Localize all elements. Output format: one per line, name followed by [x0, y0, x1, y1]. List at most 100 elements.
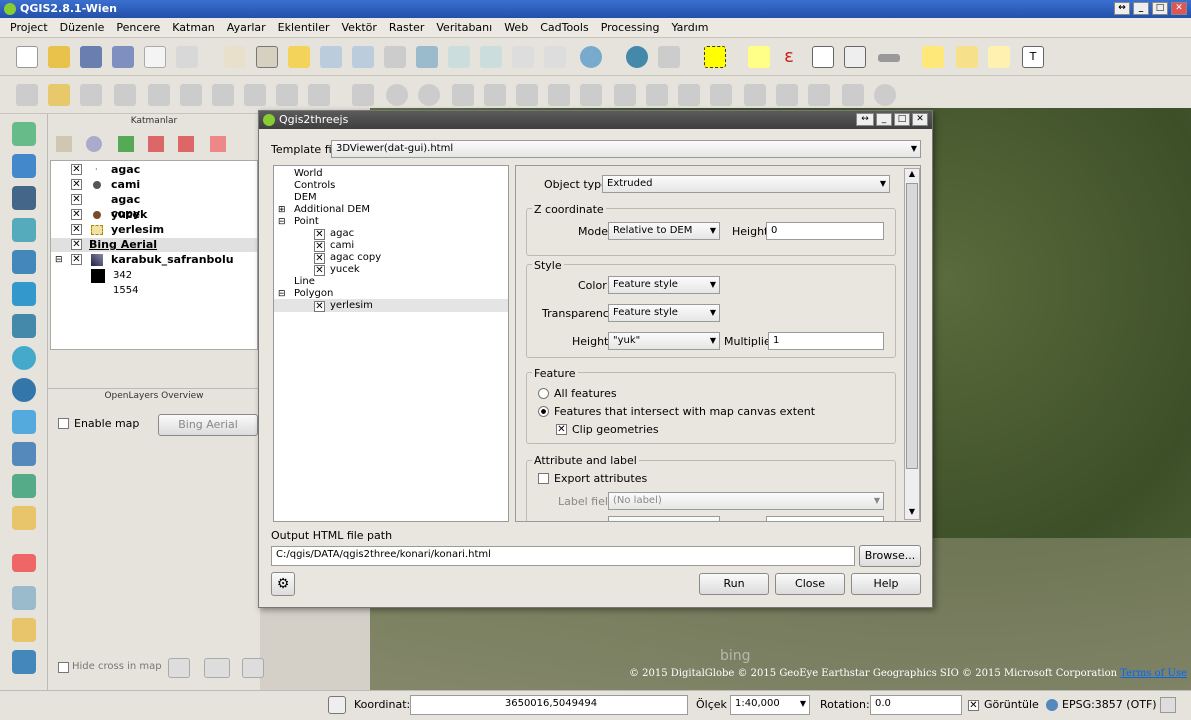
expression-icon[interactable]: ε [778, 46, 800, 68]
split-parts-icon[interactable] [710, 84, 732, 106]
new-temp-layer-icon[interactable] [12, 506, 36, 530]
transparency-combo[interactable]: Feature style [608, 304, 720, 322]
collapse-icon[interactable]: ⊟ [278, 216, 286, 228]
z-height-input[interactable]: 0 [766, 222, 884, 240]
simplify-icon[interactable] [842, 84, 864, 106]
tree-point-cami[interactable]: cami [330, 240, 354, 252]
restore-icon[interactable]: ↔ [1114, 2, 1130, 15]
object-type-combo[interactable]: Extruded [602, 175, 890, 193]
browse-button[interactable]: Browse... [859, 545, 921, 567]
messages-icon[interactable] [328, 696, 346, 714]
edit-pencil-icon[interactable] [16, 84, 38, 106]
attribute-table-icon[interactable] [812, 46, 834, 68]
refresh-icon[interactable] [580, 46, 602, 68]
map-tips-icon[interactable] [922, 46, 944, 68]
show-bookmarks-icon[interactable] [988, 46, 1010, 68]
collapse-all-icon[interactable] [178, 136, 194, 152]
deselect-icon[interactable] [748, 46, 770, 68]
openlayers-export-icon[interactable] [204, 658, 230, 678]
pan-map-icon[interactable] [256, 46, 278, 68]
measure-icon[interactable] [878, 54, 900, 62]
add-feature-icon[interactable] [114, 84, 136, 106]
expand-icon[interactable]: ⊞ [278, 204, 286, 216]
tree-item-world[interactable]: World [294, 168, 323, 180]
point-layer-checkbox[interactable]: ✕ [314, 253, 325, 264]
add-raster-layer-icon[interactable] [12, 154, 36, 178]
openlayers-refresh-icon[interactable] [168, 658, 190, 678]
save-edits-icon[interactable] [80, 84, 102, 106]
collapse-icon[interactable]: ⊟ [55, 253, 63, 267]
tree-polygon-yerlesim[interactable]: yerlesim [330, 300, 373, 312]
new-shapefile-icon[interactable] [12, 442, 36, 466]
copy-features-icon[interactable] [276, 84, 298, 106]
undo-icon[interactable] [386, 84, 408, 106]
zoom-out-icon[interactable] [352, 46, 374, 68]
touch-zoom-icon[interactable] [224, 46, 246, 68]
rotate-feature-icon[interactable] [874, 84, 896, 106]
merge-features-icon[interactable] [744, 84, 766, 106]
redo-icon[interactable] [418, 84, 440, 106]
zoom-in-icon[interactable] [320, 46, 342, 68]
enable-map-checkbox[interactable] [58, 418, 69, 429]
expand-all-icon[interactable] [148, 136, 164, 152]
add-mssql-layer-icon[interactable] [12, 250, 36, 274]
add-vector-layer-icon[interactable] [12, 122, 36, 146]
coordinate-input[interactable]: 3650016,5049494 [410, 695, 688, 715]
menu-settings[interactable]: Ayarlar [221, 21, 272, 34]
minimize-button[interactable]: _ [1133, 2, 1149, 15]
dialog-maximize-button[interactable]: □ [894, 113, 910, 126]
add-wfs-layer-icon[interactable] [12, 378, 36, 402]
tree-item-line[interactable]: Line [294, 276, 315, 288]
hide-cross-checkbox[interactable] [58, 662, 69, 673]
add-part-icon[interactable] [484, 84, 506, 106]
pan-to-selection-icon[interactable] [288, 46, 310, 68]
open-project-icon[interactable] [48, 46, 70, 68]
log-messages-icon[interactable] [1160, 697, 1176, 713]
intersect-features-radio[interactable] [538, 406, 549, 417]
menu-project[interactable]: Project [4, 21, 54, 34]
point-layer-checkbox[interactable]: ✕ [314, 265, 325, 276]
menu-processing[interactable]: Processing [595, 21, 666, 34]
gps-icon[interactable] [12, 618, 36, 642]
zoom-last-icon[interactable] [512, 46, 534, 68]
add-spatialite-layer-icon[interactable] [12, 218, 36, 242]
fill-ring-icon[interactable] [516, 84, 538, 106]
render-checkbox[interactable]: ✕ [968, 700, 979, 711]
cut-features-icon[interactable] [244, 84, 266, 106]
template-file-combo[interactable]: 3DViewer(dat-gui).html [331, 140, 921, 158]
polygon-layer-checkbox[interactable]: ✕ [314, 301, 325, 312]
maximize-button[interactable]: □ [1152, 2, 1168, 15]
zoom-actual-icon[interactable] [384, 46, 406, 68]
terms-of-use-link[interactable]: Terms of Use [1120, 668, 1187, 679]
point-layer-checkbox[interactable]: ✕ [314, 229, 325, 240]
save-project-icon[interactable] [80, 46, 102, 68]
close-dialog-button[interactable]: Close [775, 573, 845, 595]
zoom-to-layer-icon[interactable] [480, 46, 502, 68]
split-features-icon[interactable] [678, 84, 700, 106]
add-ring-icon[interactable] [452, 84, 474, 106]
point-layer-checkbox[interactable]: ✕ [314, 241, 325, 252]
mode-combo[interactable]: Relative to DEM [608, 222, 720, 240]
action-icon[interactable] [658, 46, 680, 68]
menu-view[interactable]: Pencere [110, 21, 166, 34]
tree-point-agac[interactable]: agac [330, 228, 354, 240]
paste-features-icon[interactable] [308, 84, 330, 106]
zoom-next-icon[interactable] [544, 46, 566, 68]
settings-gear-button[interactable]: ⚙ [271, 572, 295, 596]
tree-point-agac-copy[interactable]: agac copy [330, 252, 381, 264]
offset-curve-icon[interactable] [646, 84, 668, 106]
layer-checkbox[interactable]: ✕ [71, 254, 82, 265]
properties-scrollbar[interactable]: ▲ ▼ [904, 168, 920, 520]
tree-item-dem[interactable]: DEM [294, 192, 317, 204]
menu-plugins[interactable]: Eklentiler [272, 21, 336, 34]
field-calculator-icon[interactable] [844, 46, 866, 68]
vertex-icon[interactable] [12, 650, 36, 674]
text-annotation-icon[interactable]: T [1022, 46, 1044, 68]
composer-manager-icon[interactable] [176, 46, 198, 68]
all-features-radio[interactable] [538, 388, 549, 399]
label-height-combo[interactable] [608, 516, 720, 521]
open-layer-styling-icon[interactable] [56, 136, 72, 152]
save-as-icon[interactable] [112, 46, 134, 68]
dialog-minimize-button[interactable]: _ [876, 113, 892, 126]
remove-layer-icon[interactable] [210, 136, 226, 152]
